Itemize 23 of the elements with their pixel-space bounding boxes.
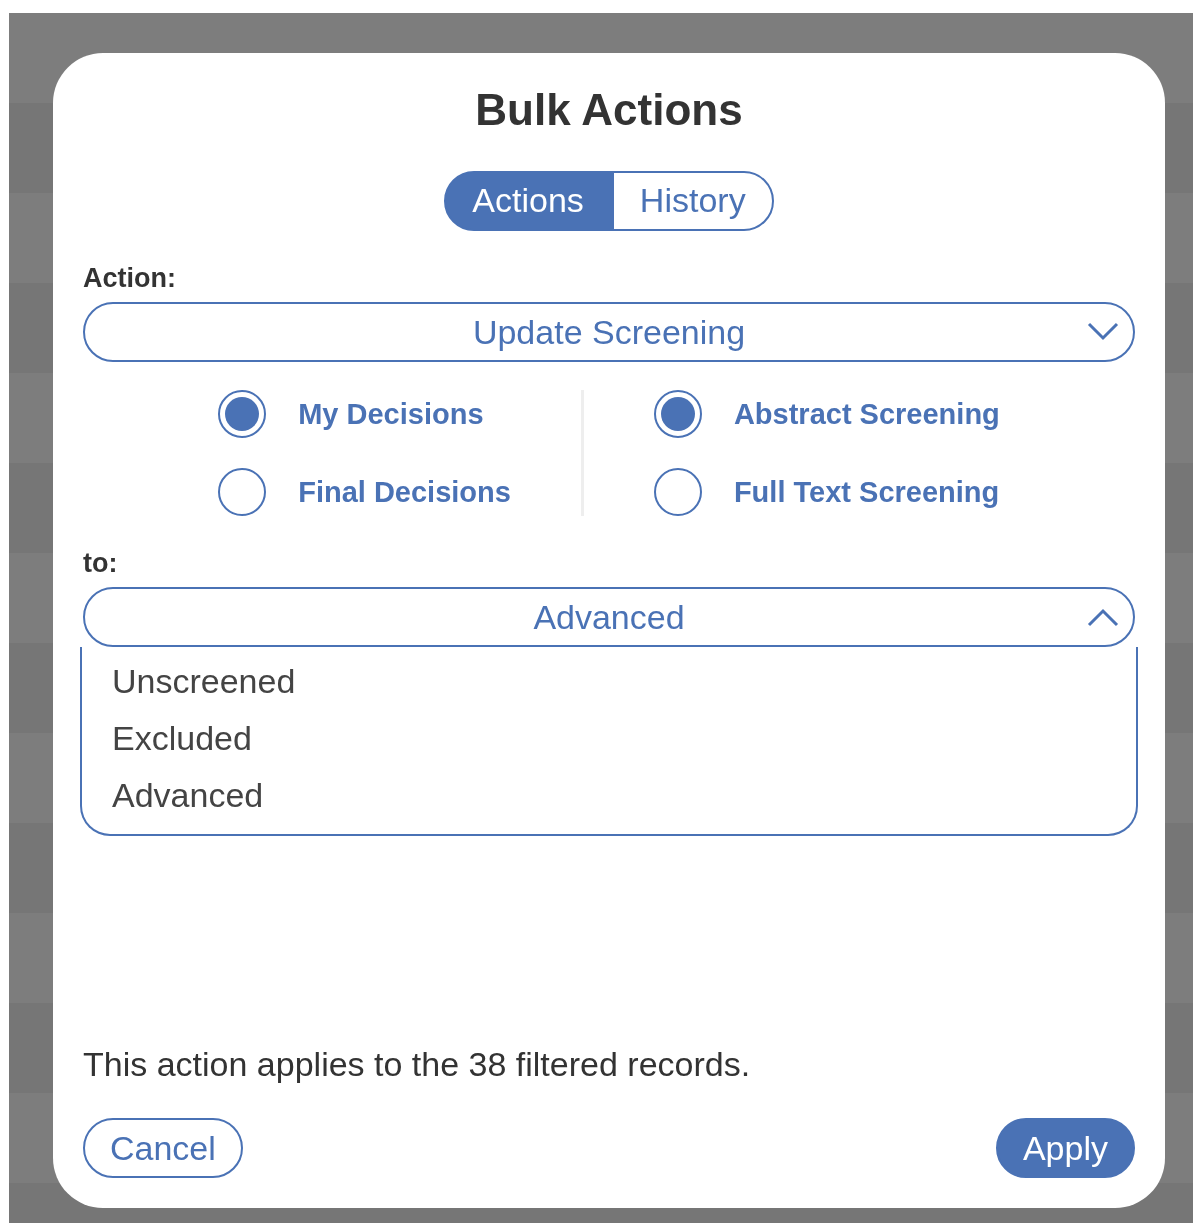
chevron-up-icon [1087, 607, 1119, 627]
menu-option[interactable]: Unscreened [112, 653, 1106, 710]
field-label: to: [83, 548, 119, 579]
tab[interactable]: Actions [444, 171, 612, 231]
radio-button[interactable] [653, 468, 702, 516]
radio-button[interactable] [218, 390, 267, 438]
info-text: This action applies to the 38 filtered records. [83, 1045, 752, 1084]
status-dropdown[interactable]: Advanced [83, 587, 1135, 647]
menu-option[interactable]: Excluded [112, 710, 1106, 767]
radio-label: Final Decisions [298, 475, 511, 509]
radio-button[interactable] [218, 468, 267, 516]
menu-option[interactable]: Advanced [112, 767, 1106, 824]
action-dropdown[interactable]: Update Screening [83, 302, 1135, 362]
dialog-title: Bulk Actions [474, 85, 744, 135]
radio-label: My Decisions [298, 397, 484, 431]
radio-button[interactable] [653, 390, 702, 438]
cancel-button[interactable]: Cancel [83, 1118, 243, 1178]
tab[interactable]: History [611, 171, 774, 231]
radio-label: Full Text Screening [733, 475, 1000, 509]
apply-button[interactable]: Apply [995, 1118, 1135, 1178]
chevron-down-icon [1087, 322, 1119, 342]
radio-label: Abstract Screening [733, 397, 1000, 431]
field-label: Action: [83, 263, 177, 294]
